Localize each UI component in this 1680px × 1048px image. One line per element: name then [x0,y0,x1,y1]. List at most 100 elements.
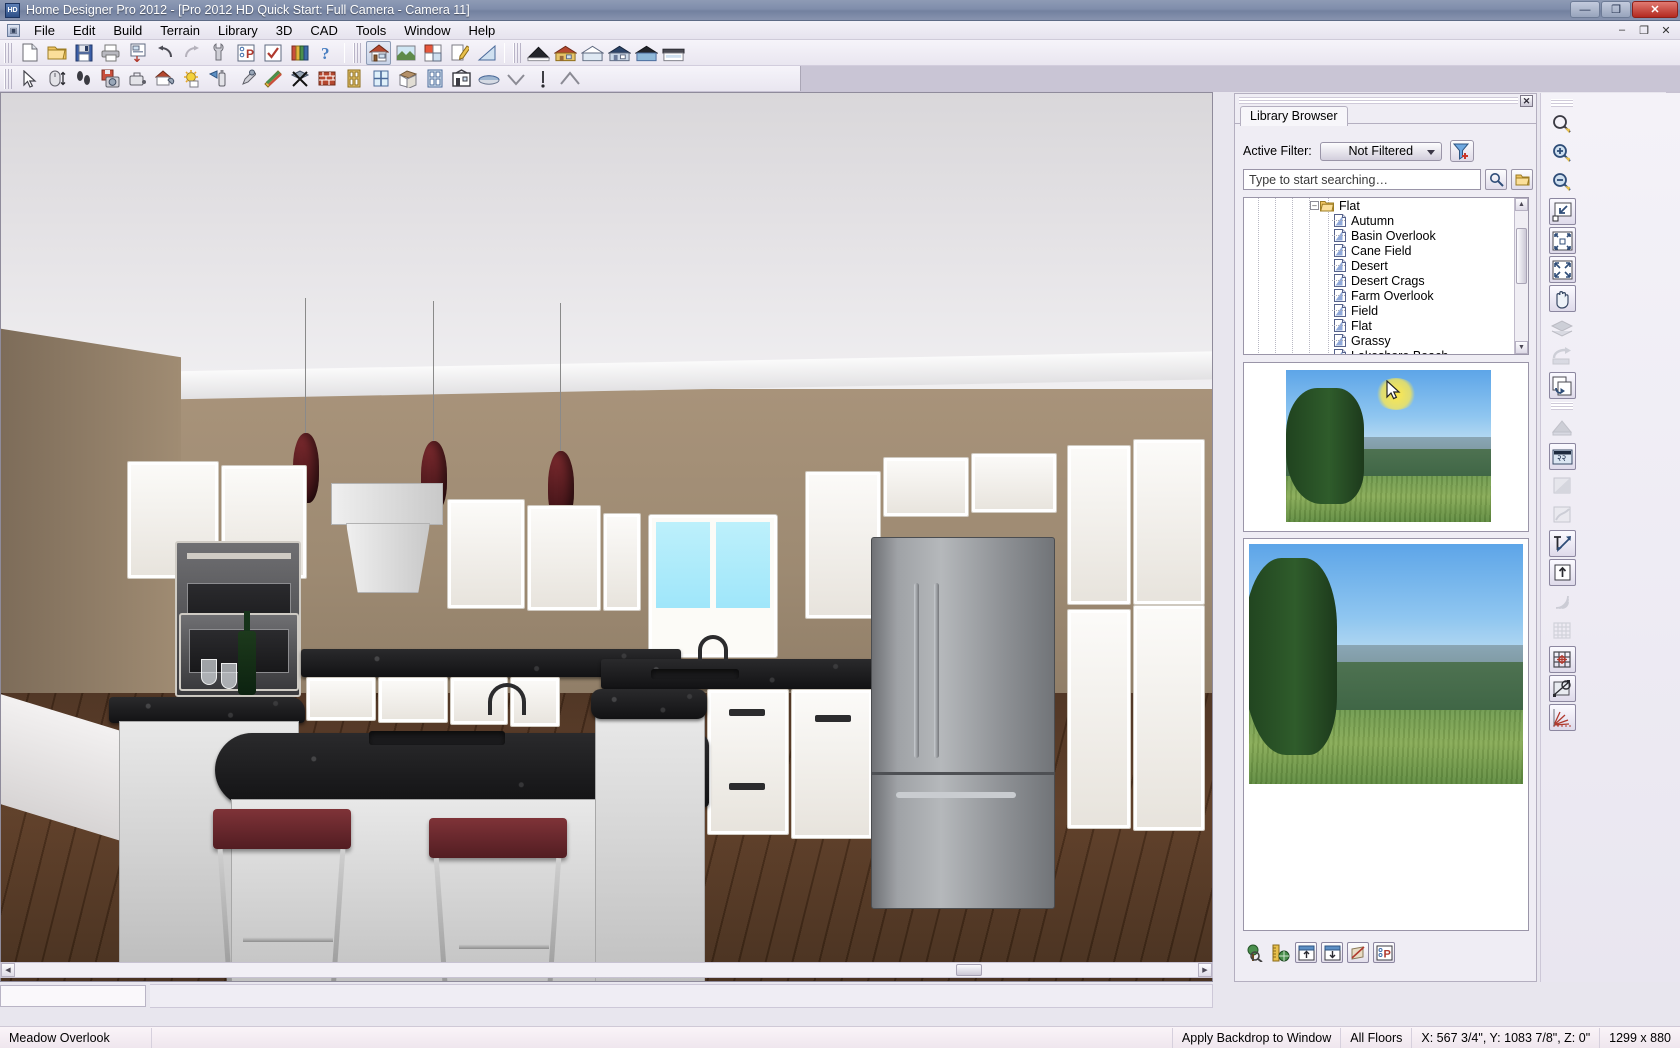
mdi-minimize-button[interactable]: – [1612,22,1632,38]
tree-item-desert-crags[interactable]: Desert Crags [1244,273,1514,288]
window-icon[interactable] [368,67,393,91]
mouse-orbit-icon[interactable] [44,67,69,91]
tree-item-lakeshore-beach[interactable]: Lakeshore Beach [1244,348,1514,354]
watercolor-icon[interactable] [1549,501,1576,528]
range-hood-body[interactable] [346,523,430,593]
camera-viewport-3d[interactable] [0,92,1213,982]
roof-gambrel-icon[interactable] [607,41,632,65]
print-preview-icon[interactable] [125,41,150,65]
collapse-toggle-icon[interactable]: – [1310,201,1319,210]
drawer-pull-3[interactable] [815,715,851,722]
active-filter-dropdown[interactable]: Not Filtered [1320,142,1442,161]
upper-cabinet-right-2[interactable] [883,457,969,517]
upper-cabinet-right-3[interactable] [971,453,1057,513]
library-books-icon[interactable] [287,41,312,65]
save-disk-icon[interactable] [71,41,96,65]
fill-window-building-icon[interactable] [1549,227,1576,254]
menu-item-library[interactable]: Library [209,22,267,39]
viewport-horizontal-scrollbar[interactable]: ◀ ▶ [0,962,1213,978]
checkbox-icon[interactable] [260,41,285,65]
camera-save-icon[interactable] [98,67,123,91]
base-cabinet-b2[interactable] [378,677,448,723]
kitchen-faucet[interactable] [698,635,728,661]
close-button[interactable]: ✕ [1632,1,1678,18]
tree-item-basin-overlook[interactable]: Basin Overlook [1244,228,1514,243]
tree-item-desert[interactable]: Desert [1244,258,1514,273]
fridge-handle-left[interactable] [914,583,919,758]
tall-cabinet-right-4[interactable] [1133,605,1205,831]
tree-item-flat[interactable]: Flat [1244,318,1514,333]
island-faucet[interactable] [488,683,526,715]
island-side-countertop[interactable] [591,689,707,719]
island-side-panel[interactable] [595,713,705,982]
footprints-icon[interactable] [71,67,96,91]
sun-icon[interactable] [179,67,204,91]
panel-drag-grip[interactable] [1239,97,1518,104]
glass-house-icon[interactable]: २२ [1549,443,1576,470]
menu-item-tools[interactable]: Tools [347,22,395,39]
toolbar-grip[interactable] [4,43,13,63]
upper-cabinet-mid-2[interactable] [527,505,601,611]
tree-scroll-thumb[interactable] [1516,228,1527,284]
arrow-cursor-icon[interactable] [17,67,42,91]
range-hood-top[interactable] [331,483,443,525]
refresh-display-icon[interactable] [1549,372,1576,399]
angle-icon[interactable] [557,67,582,91]
room-house-icon[interactable] [449,67,474,91]
menu-item-build[interactable]: Build [104,22,151,39]
door-icon[interactable] [341,67,366,91]
cabinet-icon[interactable] [395,67,420,91]
wine-glass-2[interactable] [221,663,237,689]
mdi-restore-button[interactable]: ❐ [1634,22,1654,38]
drawer-pull-1[interactable] [729,709,765,716]
magnifier-plus-icon[interactable] [1549,140,1576,167]
plan-defaults-icon[interactable]: P [233,41,258,65]
search-input[interactable]: Type to start searching… [1243,169,1481,190]
base-cabinet-b1[interactable] [306,677,376,721]
island-sink[interactable] [369,731,505,745]
angle-snaps-icon[interactable] [1549,675,1576,702]
reference-grid-icon[interactable] [1549,646,1576,673]
tree-item-cane-field[interactable]: Cane Field [1244,243,1514,258]
roof-flat-icon[interactable] [661,41,686,65]
edit-toolbar-box[interactable] [0,985,146,1007]
dock-bottom-icon[interactable] [1321,942,1343,963]
note-pencil-icon[interactable] [447,41,472,65]
fill-window-icon[interactable] [1549,198,1576,225]
undo-arrow-icon[interactable] [152,41,177,65]
tree-scroll-down-arrow[interactable]: ▼ [1515,341,1528,354]
minimize-button[interactable]: — [1570,1,1600,18]
redo-arrow-icon[interactable] [179,41,204,65]
dimension-icon[interactable] [530,67,555,91]
magnifier-minus-icon[interactable] [1549,169,1576,196]
open-folder-icon[interactable] [44,41,69,65]
ruler-globe-icon[interactable] [1269,942,1291,963]
scroll-left-arrow[interactable]: ◀ [1,963,15,977]
tree-item-grassy[interactable]: Grassy [1244,333,1514,348]
peninsula-countertop[interactable] [109,697,305,723]
object-snaps-icon[interactable] [1549,704,1576,731]
roof-shed-icon[interactable] [580,41,605,65]
menu-item-window[interactable]: Window [395,22,459,39]
camera-icon[interactable] [125,67,150,91]
grid-icon[interactable] [1549,617,1576,644]
tall-cabinet-right-1[interactable] [1067,445,1131,605]
hand-pan-icon[interactable] [1549,285,1576,312]
roof-view-icon[interactable] [1549,414,1576,441]
deck-icon[interactable] [476,67,501,91]
sun-angle-icon[interactable] [1549,588,1576,615]
tall-cabinet-right-2[interactable] [1133,439,1205,605]
tab-library-browser[interactable]: Library Browser [1240,106,1348,126]
roof-mansard-icon[interactable] [634,41,659,65]
house-plan-icon[interactable] [366,41,391,65]
magnifier-icon[interactable] [1485,169,1507,190]
tree-item-field[interactable]: Field [1244,303,1514,318]
library-tree[interactable]: – Flat AutumnBasin OverlookCane FieldDes… [1243,197,1529,355]
spray-can-icon[interactable] [206,67,231,91]
toolbar-grip-2[interactable] [353,43,362,63]
library-preview-small[interactable] [1243,362,1529,532]
text-line-icon[interactable] [1549,530,1576,557]
printer-icon[interactable] [98,41,123,65]
menu-item-help[interactable]: Help [459,22,504,39]
tree-magnifier-icon[interactable] [1243,942,1265,963]
